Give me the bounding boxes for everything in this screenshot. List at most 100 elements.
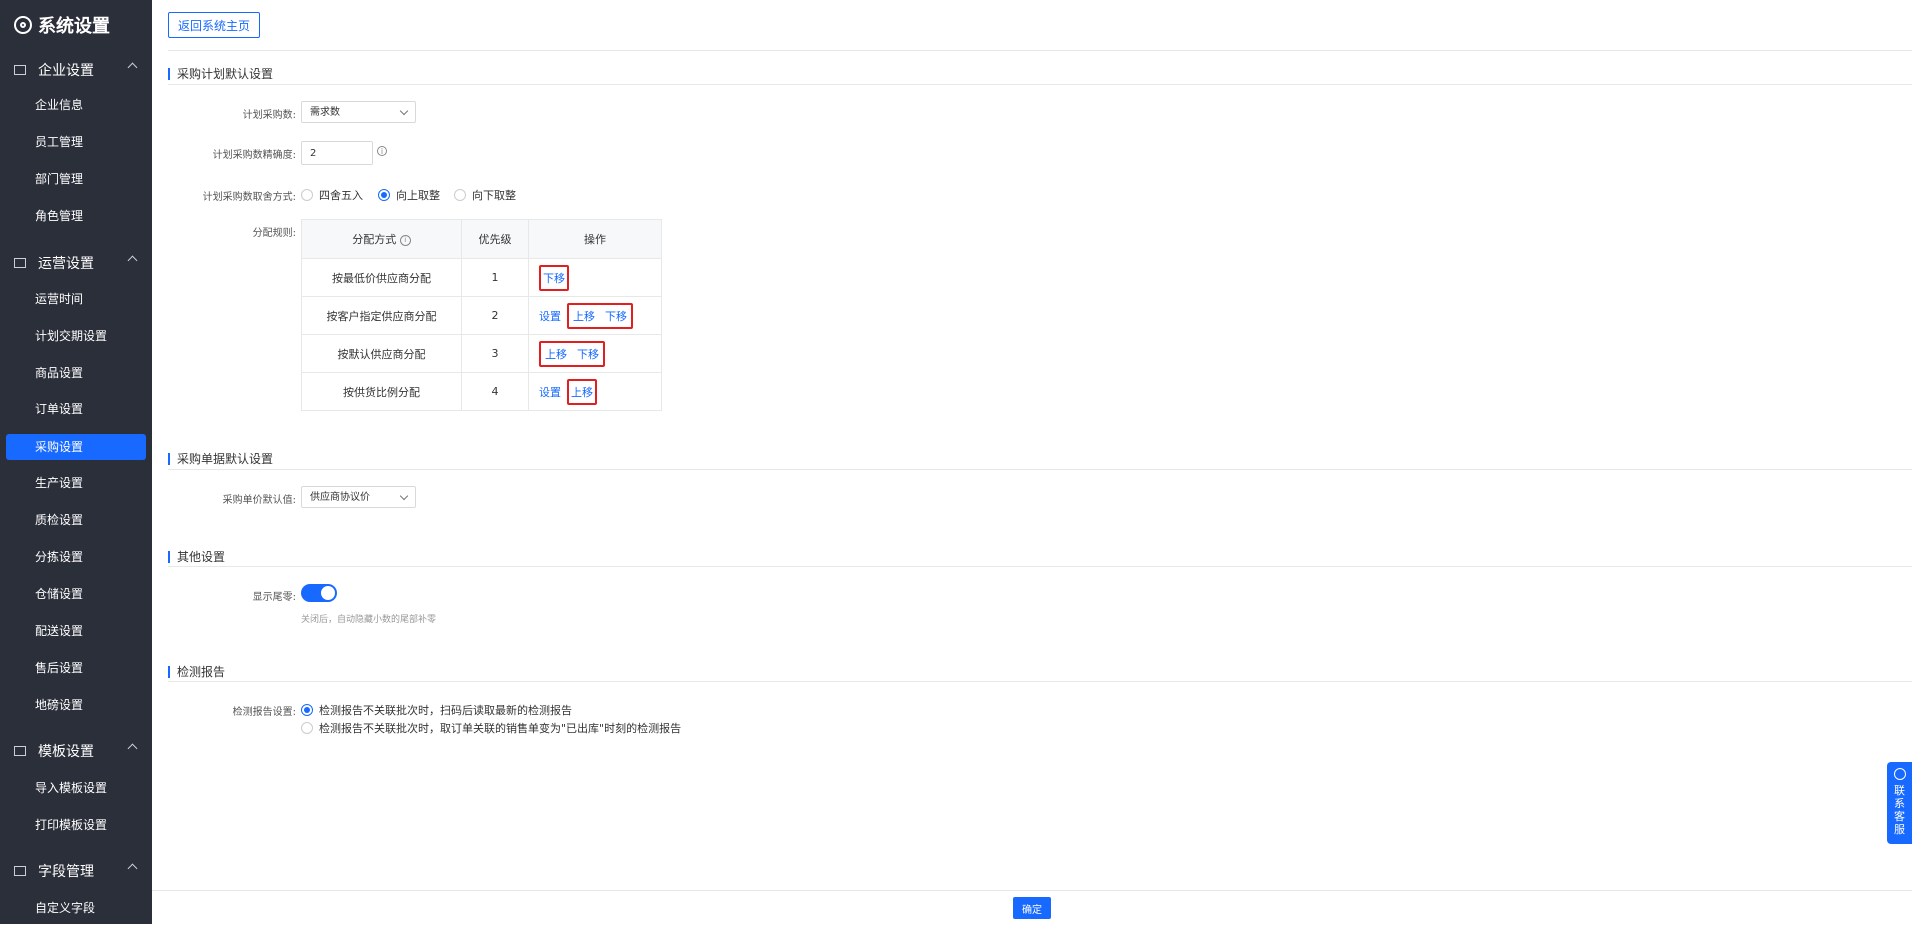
price-default-label: 采购单价默认值: — [222, 495, 296, 506]
sidebar-item-department[interactable]: 部门管理 — [6, 166, 146, 192]
price-default-select[interactable]: 供应商协议价 — [301, 486, 416, 508]
section-title-report: 检测报告 — [168, 666, 225, 678]
divider — [168, 681, 1912, 682]
sidebar-item-import-template[interactable]: 导入模板设置 — [6, 775, 146, 801]
table-cell: 4 — [461, 372, 529, 411]
template-icon — [14, 746, 26, 756]
precision-input[interactable]: 2 — [301, 141, 373, 165]
radio-round-down[interactable]: 向下取整 — [454, 187, 516, 203]
table-row: 按客户指定供应商分配 2 设置 上移 下移 — [301, 296, 662, 335]
table-cell: 下移 — [528, 258, 662, 297]
sidebar-item-operation-time[interactable]: 运营时间 — [6, 286, 146, 312]
sidebar-item-quality[interactable]: 质检设置 — [6, 507, 146, 533]
sidebar-item-order[interactable]: 订单设置 — [6, 396, 146, 422]
sidebar-title: 系统设置 — [14, 12, 110, 38]
radio-icon — [301, 722, 313, 734]
precision-label: 计划采购数精确度: — [212, 150, 296, 161]
settings-link[interactable]: 设置 — [539, 384, 561, 400]
toggle-knob — [321, 586, 335, 600]
main-content: 返回系统主页 采购计划默认设置 计划采购数: 需求数 计划采购数精确度: 2 i… — [152, 0, 1912, 925]
report-setting-label: 检测报告设置: — [232, 707, 296, 718]
sidebar-item-company-info[interactable]: 企业信息 — [6, 92, 146, 118]
sidebar-item-storage[interactable]: 仓储设置 — [6, 581, 146, 607]
divider — [168, 50, 1912, 51]
table-cell: 2 — [461, 296, 529, 335]
table-row: 按默认供应商分配 3 上移 下移 — [301, 334, 662, 373]
highlight-box: 上移 下移 — [539, 340, 605, 367]
sidebar-group-enterprise[interactable]: 企业设置 — [0, 55, 152, 85]
highlight-box: 上移 下移 — [567, 302, 633, 329]
building-icon — [14, 65, 26, 75]
tail-zero-hint: 关闭后，自动隐藏小数的尾部补零 — [301, 615, 437, 625]
divider — [168, 84, 1912, 85]
sidebar-group-fields[interactable]: 字段管理 — [0, 856, 152, 886]
sidebar-item-delivery-date[interactable]: 计划交期设置 — [6, 323, 146, 349]
gear-icon — [14, 16, 32, 34]
confirm-button[interactable]: 确定 — [1013, 897, 1051, 919]
table-cell: 按最低价供应商分配 — [301, 258, 462, 297]
divider — [168, 566, 1912, 567]
tail-zero-label: 显示尾零: — [252, 592, 296, 603]
radio-round-half[interactable]: 四舍五入 — [301, 187, 363, 203]
sidebar-item-production[interactable]: 生产设置 — [6, 470, 146, 496]
radio-round-up[interactable]: 向上取整 — [378, 187, 440, 203]
radio-report-latest[interactable]: 检测报告不关联批次时，扫码后读取最新的检测报告 — [301, 702, 572, 718]
chevron-down-icon — [399, 491, 409, 501]
chevron-up-icon — [127, 255, 138, 266]
table-cell: 按供货比例分配 — [301, 372, 462, 411]
footer-bar: 确定 — [152, 890, 1912, 925]
radio-report-shipped[interactable]: 检测报告不关联批次时，取订单关联的销售单变为"已出库"时刻的检测报告 — [301, 720, 681, 736]
move-down-link[interactable]: 下移 — [543, 270, 565, 286]
section-title-purchase-doc: 采购单据默认设置 — [168, 453, 273, 465]
move-up-link[interactable]: 上移 — [573, 308, 595, 324]
sidebar-item-print-template[interactable]: 打印模板设置 — [6, 812, 146, 838]
move-down-link[interactable]: 下移 — [605, 308, 627, 324]
table-header: 操作 — [528, 219, 662, 259]
table-cell: 3 — [461, 334, 529, 373]
sidebar-item-staff[interactable]: 员工管理 — [6, 129, 146, 155]
rules-label: 分配规则: — [252, 228, 296, 239]
move-down-link[interactable]: 下移 — [577, 346, 599, 362]
sidebar-item-scale[interactable]: 地磅设置 — [6, 692, 146, 718]
sidebar-item-sorting[interactable]: 分拣设置 — [6, 544, 146, 570]
move-up-link[interactable]: 上移 — [571, 384, 593, 400]
chevron-up-icon — [127, 62, 138, 73]
divider — [168, 469, 1912, 470]
table-header: 分配方式 i — [301, 219, 462, 259]
table-cell: 设置 上移 下移 — [528, 296, 662, 335]
sidebar-item-role[interactable]: 角色管理 — [6, 203, 146, 229]
table-header-row: 分配方式 i 优先级 操作 — [301, 219, 662, 259]
sidebar-item-custom-field[interactable]: 自定义字段 — [6, 895, 146, 921]
highlight-box: 下移 — [539, 264, 569, 291]
sidebar-item-aftersale[interactable]: 售后设置 — [6, 655, 146, 681]
table-cell: 按客户指定供应商分配 — [301, 296, 462, 335]
section-title-other: 其他设置 — [168, 551, 225, 563]
sidebar-group-operation[interactable]: 运营设置 — [0, 248, 152, 278]
info-icon[interactable]: i — [377, 146, 387, 156]
plan-qty-select[interactable]: 需求数 — [301, 101, 416, 123]
settings-link[interactable]: 设置 — [539, 308, 561, 324]
highlight-box: 上移 — [567, 378, 597, 405]
sidebar: 系统设置 企业设置 企业信息 员工管理 部门管理 角色管理 运营设置 运营时间 … — [0, 0, 152, 924]
sidebar-item-delivery[interactable]: 配送设置 — [6, 618, 146, 644]
list-icon — [14, 258, 26, 268]
tail-zero-toggle[interactable] — [301, 584, 337, 602]
table-cell: 按默认供应商分配 — [301, 334, 462, 373]
table-row: 按供货比例分配 4 设置 上移 — [301, 372, 662, 411]
table-cell: 设置 上移 — [528, 372, 662, 411]
radio-checked-icon — [378, 189, 390, 201]
radio-icon — [301, 189, 313, 201]
table-row: 按最低价供应商分配 1 下移 — [301, 258, 662, 297]
move-up-link[interactable]: 上移 — [545, 346, 567, 362]
chevron-up-icon — [127, 743, 138, 754]
info-icon: i — [399, 234, 411, 246]
rounding-label: 计划采购数取舍方式: — [202, 192, 296, 203]
contact-service-button[interactable]: 联系客服 — [1887, 762, 1912, 844]
sidebar-item-goods[interactable]: 商品设置 — [6, 360, 146, 386]
sidebar-group-template[interactable]: 模板设置 — [0, 736, 152, 766]
back-to-home-button[interactable]: 返回系统主页 — [168, 12, 260, 38]
table-cell: 上移 下移 — [528, 334, 662, 373]
sidebar-item-purchase[interactable]: 采购设置 — [6, 434, 146, 460]
section-title-purchase-plan: 采购计划默认设置 — [168, 68, 273, 80]
radio-icon — [454, 189, 466, 201]
